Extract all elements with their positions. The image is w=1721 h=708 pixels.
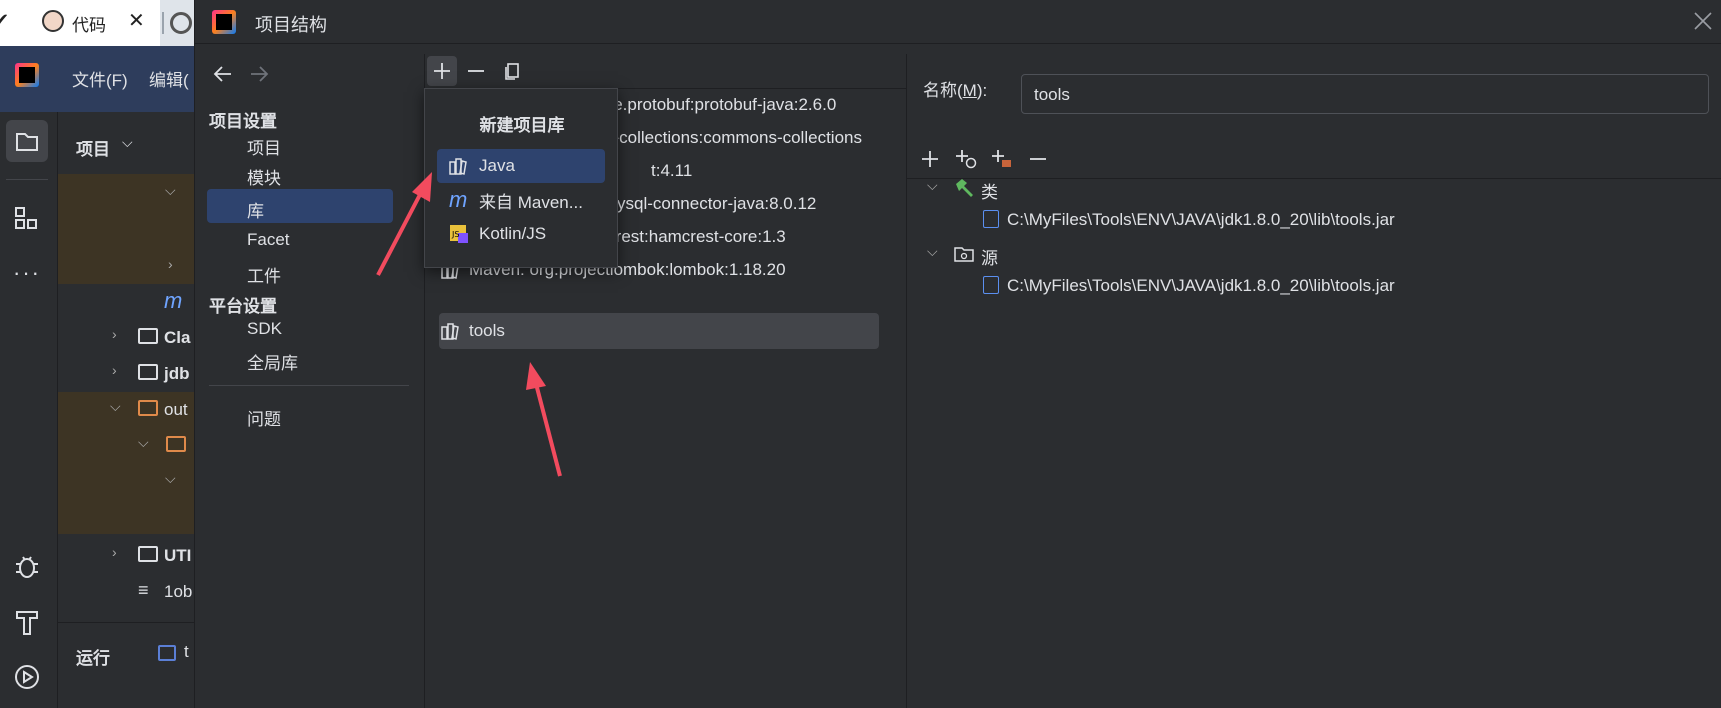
annotation-arrows xyxy=(376,172,562,477)
arrow-to-tools-row xyxy=(526,362,562,477)
arrow-to-java-item xyxy=(376,172,432,276)
